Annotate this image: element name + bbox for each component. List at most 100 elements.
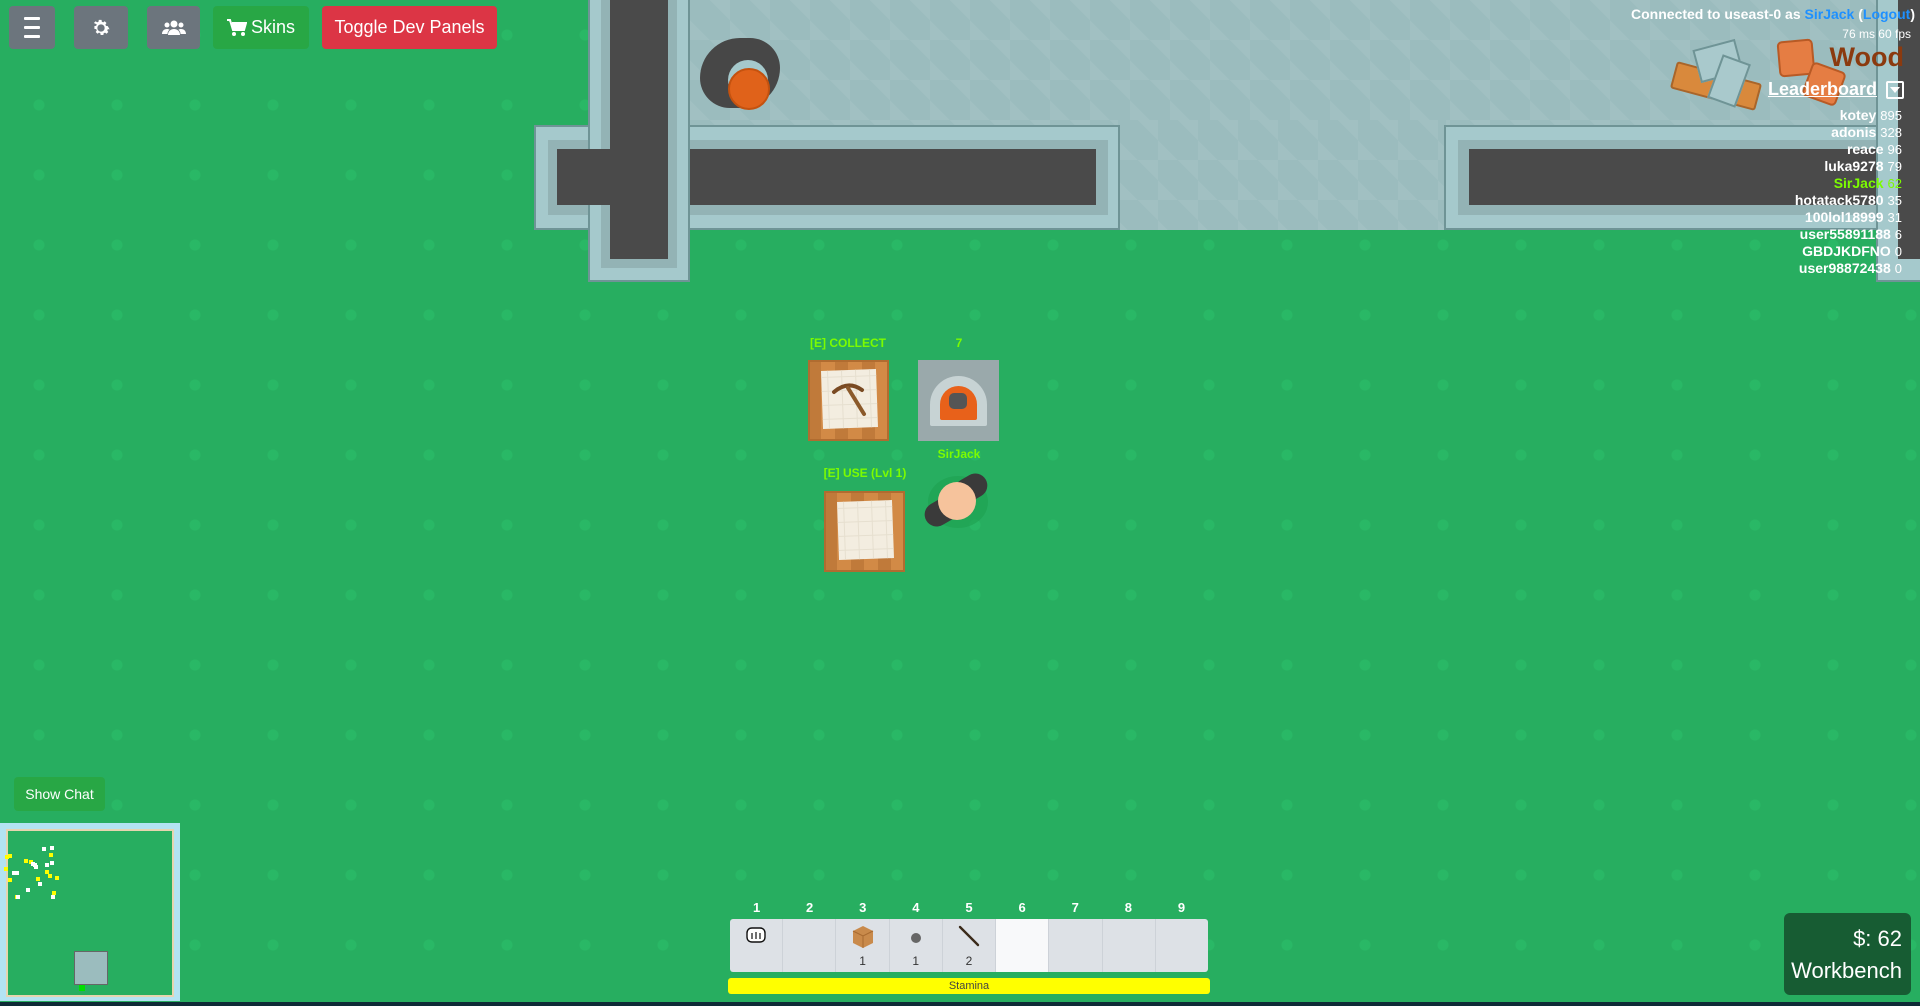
- toggle-dev-panels-button[interactable]: Toggle Dev Panels: [322, 6, 497, 49]
- minimap-player-dot: [51, 894, 56, 899]
- leaderboard-name: luka9278: [1824, 158, 1884, 174]
- player-name-label: SirJack: [937, 447, 981, 461]
- leaderboard-score: 328: [1880, 125, 1902, 140]
- leaderboard-entry: GBDJKDFNO 0: [1795, 243, 1902, 260]
- hotbar-slot-number: 1: [752, 900, 761, 915]
- leaderboard-name: user98872438: [1798, 260, 1891, 276]
- hotbar-slot-number: 5: [965, 900, 973, 915]
- leaderboard-score: 0: [1894, 244, 1902, 259]
- hamburger-icon: [24, 17, 40, 20]
- wood-block-icon: [851, 925, 875, 954]
- minimap[interactable]: [0, 823, 180, 1001]
- leaderboard-name: user55891188: [1799, 226, 1891, 242]
- leaderboard-entry: SirJack 62: [1795, 175, 1902, 192]
- leaderboard-entry: reace 96: [1795, 141, 1902, 158]
- leaderboard-score: 0: [1894, 261, 1902, 276]
- use-workbench[interactable]: [824, 491, 905, 572]
- leaderboard-entry: user55891188 6: [1795, 226, 1902, 243]
- stamina-bar: Stamina: [728, 978, 1210, 994]
- hotbar: 1 1 2: [730, 919, 1208, 972]
- wall-vertical-core: [610, 0, 668, 259]
- hotbar-slot[interactable]: 1: [836, 919, 890, 972]
- minimap-player-marker: [79, 985, 85, 991]
- stone-floor-gap: [1118, 120, 1446, 230]
- username-link[interactable]: SirJack: [1805, 6, 1855, 22]
- leaderboard-entry: hotatack5780 35: [1795, 192, 1902, 209]
- hotbar-slot[interactable]: [783, 919, 837, 972]
- hotbar-slot[interactable]: [1049, 919, 1103, 972]
- other-player: [700, 30, 792, 115]
- use-bench-label: [E] USE (Lvl 1): [823, 466, 907, 480]
- leaderboard-collapse-icon[interactable]: [1886, 81, 1904, 99]
- leaderboard-name: GBDJKDFNO: [1802, 243, 1891, 259]
- settings-button[interactable]: [74, 6, 128, 49]
- minimap-resource-dot: [7, 878, 12, 883]
- hotbar-slot[interactable]: 1: [890, 919, 943, 972]
- hotbar-slot-count: 2: [965, 954, 973, 968]
- hotbar-numbers: 1 2 3 4 5 6 7 8 9: [730, 900, 1208, 915]
- coal-icon: [949, 393, 967, 409]
- connection-status: Connected to useast-0 as SirJack (Logout…: [1631, 6, 1915, 22]
- status-panel: $: 62 Workbench: [1784, 913, 1911, 995]
- collect-bench-label: [E] COLLECT: [810, 336, 886, 350]
- hotbar-slot[interactable]: 2: [943, 919, 997, 972]
- hotbar-slot-number: 3: [859, 900, 867, 915]
- wall-junction-core: [557, 149, 668, 205]
- cart-icon: [226, 18, 247, 36]
- hotbar-slot-number: 7: [1071, 900, 1079, 915]
- leaderboard-entry: luka9278 79: [1795, 158, 1902, 175]
- leaderboard-score: 31: [1887, 210, 1902, 225]
- leaderboard-score: 62: [1887, 176, 1902, 191]
- friends-button[interactable]: [147, 6, 200, 49]
- minimap-player-dot: [34, 865, 39, 870]
- logout-link[interactable]: Logout: [1863, 6, 1910, 22]
- leaderboard-score: 35: [1887, 193, 1902, 208]
- hotbar-slot-number: 8: [1124, 900, 1132, 915]
- gear-icon: [93, 19, 110, 35]
- leaderboard-name: SirJack: [1833, 175, 1884, 191]
- skins-label: Skins: [250, 17, 295, 37]
- minimap-player-dot: [14, 870, 19, 875]
- minimap-resource-dot: [48, 853, 53, 858]
- leaderboard-score: 79: [1887, 159, 1902, 174]
- game-world[interactable]: [E] COLLECT 7 SirJack [E] USE (Lvl 1): [0, 0, 1920, 1006]
- minimap-resource-dot: [24, 858, 29, 863]
- hotbar-slot[interactable]: [1156, 919, 1208, 972]
- hotbar-slot-number: 4: [912, 900, 920, 915]
- leaderboard-name: adonis: [1831, 124, 1877, 140]
- leaderboard-name: 100lol18999: [1804, 209, 1884, 225]
- minimap-player-dot: [44, 862, 49, 867]
- stone-icon: [910, 931, 922, 949]
- leaderboard-entry: adonis 328: [1795, 124, 1902, 141]
- minimap-player-dot: [26, 888, 31, 892]
- leaderboard-list: kotey 895 adonis 328 reace 96 luka9278 79 SirJac…: [1795, 107, 1902, 277]
- collect-workbench[interactable]: [808, 360, 889, 441]
- leaderboard-score: 96: [1887, 142, 1902, 157]
- hotbar-slot[interactable]: [730, 919, 784, 972]
- hotbar-slot[interactable]: [1103, 919, 1156, 972]
- selected-structure: Workbench: [1791, 958, 1902, 983]
- leaderboard-title[interactable]: Leaderboard: [1768, 79, 1877, 100]
- minimap-player-dot: [15, 895, 20, 900]
- minimap-resource-dot: [35, 877, 40, 882]
- player-character: [920, 469, 994, 534]
- furnace[interactable]: [918, 360, 999, 441]
- hotbar-slot[interactable]: [996, 919, 1050, 972]
- resource-hint: Wood: [1829, 42, 1904, 72]
- fist-icon: [744, 925, 768, 950]
- minimap-player-dot: [42, 847, 47, 852]
- blueprint-paper: [837, 500, 894, 560]
- minimap-resource-dot: [47, 873, 52, 878]
- hotbar-slot-count: 1: [912, 954, 920, 968]
- leaderboard-name: kotey: [1839, 107, 1877, 123]
- minimap-player-dot: [37, 881, 42, 886]
- furnace-label: 7: [955, 336, 963, 350]
- leaderboard-score: 6: [1894, 227, 1902, 242]
- minimap-player-dot: [50, 846, 55, 851]
- minimap-resource-dot: [4, 866, 9, 871]
- leaderboard-entry: kotey 895: [1795, 107, 1902, 124]
- skins-button[interactable]: Skins: [213, 6, 309, 49]
- money-value: $: 62: [1853, 926, 1902, 951]
- show-chat-button[interactable]: Show Chat: [14, 777, 105, 811]
- menu-button[interactable]: [9, 6, 55, 49]
